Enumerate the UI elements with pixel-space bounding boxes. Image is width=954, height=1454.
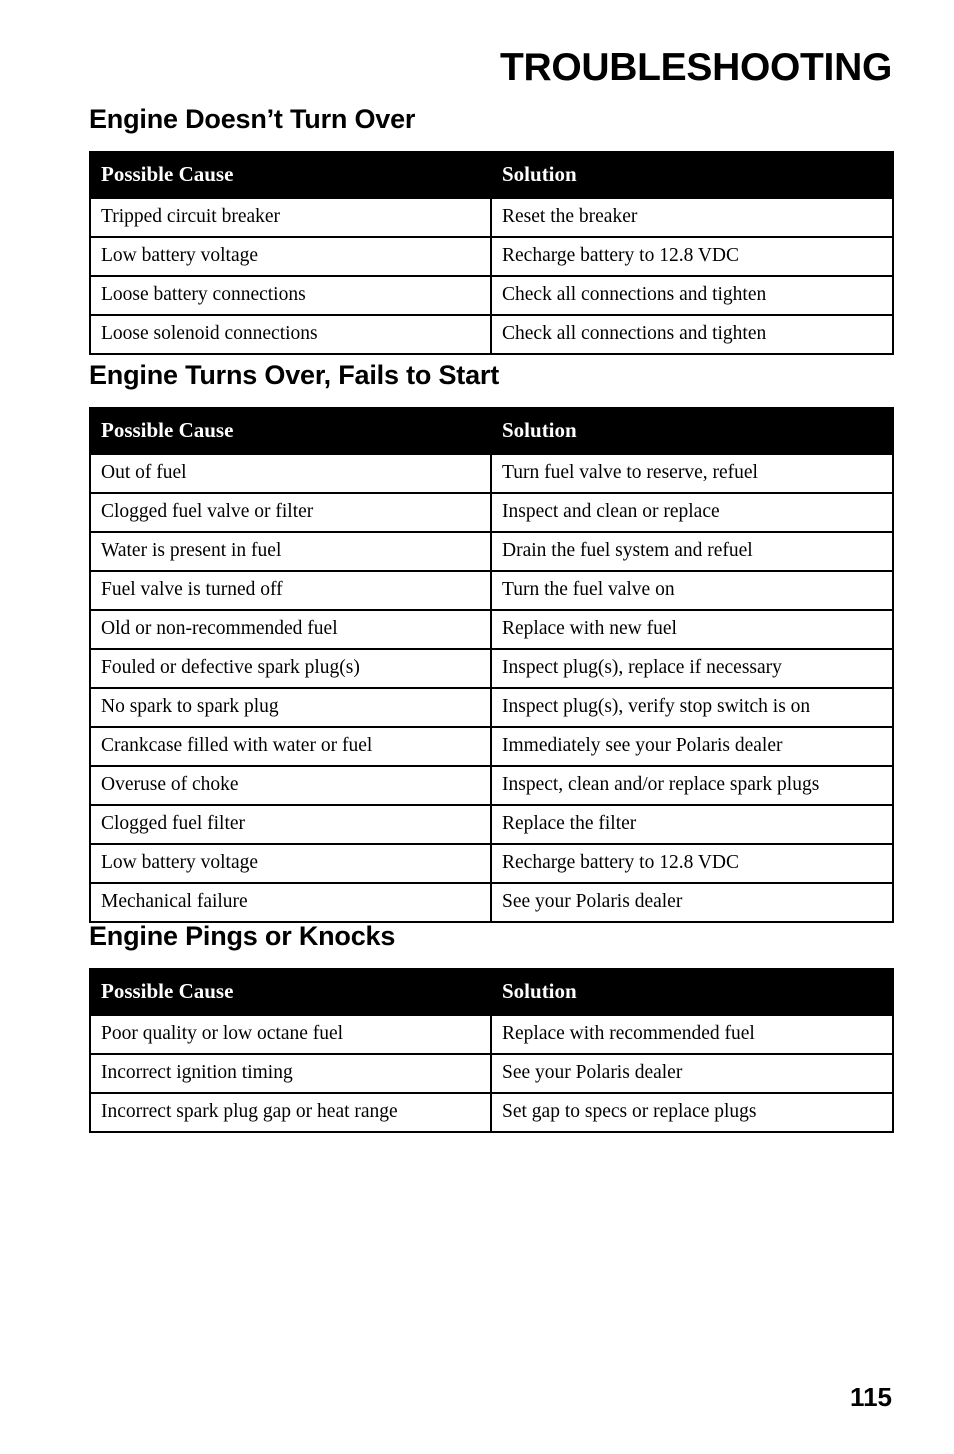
column-header-possible-cause: Possible Cause	[89, 407, 492, 455]
troubleshooting-table-engine-turns-over-fails-to-start: Possible Cause Solution Out of fuel Turn…	[89, 407, 894, 923]
column-header-possible-cause: Possible Cause	[89, 151, 492, 199]
section-heading-engine-doesnt-turn-over: Engine Doesn’t Turn Over	[89, 104, 416, 134]
cell-cause: Loose battery connections	[89, 275, 492, 316]
cell-solution: See your Polaris dealer	[490, 1053, 894, 1094]
cell-cause: Incorrect spark plug gap or heat range	[89, 1092, 492, 1133]
table-row: Overuse of choke Inspect, clean and/or r…	[89, 765, 894, 806]
cell-cause: Poor quality or low octane fuel	[89, 1014, 492, 1055]
table-header-row: Possible Cause Solution	[89, 968, 894, 1016]
table-row: Clogged fuel filter Replace the filter	[89, 804, 894, 845]
cell-solution: Replace with recommended fuel	[490, 1014, 894, 1055]
table-row: Tripped circuit breaker Reset the breake…	[89, 197, 894, 238]
troubleshooting-table-engine-pings-or-knocks: Possible Cause Solution Poor quality or …	[89, 968, 894, 1133]
cell-cause: Clogged fuel valve or filter	[89, 492, 492, 533]
table-row: Old or non-recommended fuel Replace with…	[89, 609, 894, 650]
cell-solution: Reset the breaker	[490, 197, 894, 238]
cell-solution: Inspect plug(s), replace if necessary	[490, 648, 894, 689]
section-heading-engine-pings-or-knocks: Engine Pings or Knocks	[89, 921, 396, 951]
table-row: Low battery voltage Recharge battery to …	[89, 843, 894, 884]
cell-cause: Incorrect ignition timing	[89, 1053, 492, 1094]
section-heading-engine-turns-over-fails-to-start: Engine Turns Over, Fails to Start	[89, 360, 499, 390]
cell-cause: Water is present in fuel	[89, 531, 492, 572]
cell-solution: Immediately see your Polaris dealer	[490, 726, 894, 767]
table-row: Poor quality or low octane fuel Replace …	[89, 1014, 894, 1055]
cell-solution: Recharge battery to 12.8 VDC	[490, 236, 894, 277]
cell-solution: Inspect and clean or replace	[490, 492, 894, 533]
column-header-solution: Solution	[490, 968, 894, 1016]
cell-cause: Fouled or defective spark plug(s)	[89, 648, 492, 689]
table-row: Water is present in fuel Drain the fuel …	[89, 531, 894, 572]
cell-cause: Fuel valve is turned off	[89, 570, 492, 611]
cell-cause: Old or non-recommended fuel	[89, 609, 492, 650]
table-row: Mechanical failure See your Polaris deal…	[89, 882, 894, 923]
cell-solution: Drain the fuel system and refuel	[490, 531, 894, 572]
column-header-solution: Solution	[490, 151, 894, 199]
cell-solution: Turn the fuel valve on	[490, 570, 894, 611]
table-row: Incorrect ignition timing See your Polar…	[89, 1053, 894, 1094]
cell-cause: Low battery voltage	[89, 236, 492, 277]
document-page: TROUBLESHOOTING Engine Doesn’t Turn Over…	[0, 0, 954, 1454]
cell-solution: Replace with new fuel	[490, 609, 894, 650]
table-row: Fuel valve is turned off Turn the fuel v…	[89, 570, 894, 611]
table-header-row: Possible Cause Solution	[89, 151, 894, 199]
cell-solution: Check all connections and tighten	[490, 314, 894, 355]
cell-cause: Crankcase filled with water or fuel	[89, 726, 492, 767]
cell-cause: Tripped circuit breaker	[89, 197, 492, 238]
cell-cause: Clogged fuel filter	[89, 804, 492, 845]
table-row: Loose battery connections Check all conn…	[89, 275, 894, 316]
table-row: Out of fuel Turn fuel valve to reserve, …	[89, 453, 894, 494]
cell-solution: Set gap to specs or replace plugs	[490, 1092, 894, 1133]
cell-cause: Low battery voltage	[89, 843, 492, 884]
column-header-possible-cause: Possible Cause	[89, 968, 492, 1016]
table-header-row: Possible Cause Solution	[89, 407, 894, 455]
table-row: Loose solenoid connections Check all con…	[89, 314, 894, 355]
cell-solution: Check all connections and tighten	[490, 275, 894, 316]
cell-solution: Inspect plug(s), verify stop switch is o…	[490, 687, 894, 728]
table-row: Incorrect spark plug gap or heat range S…	[89, 1092, 894, 1133]
table-row: Crankcase filled with water or fuel Imme…	[89, 726, 894, 767]
cell-solution: See your Polaris dealer	[490, 882, 894, 923]
page-number: 115	[850, 1382, 892, 1412]
table-row: Fouled or defective spark plug(s) Inspec…	[89, 648, 894, 689]
table-row: No spark to spark plug Inspect plug(s), …	[89, 687, 894, 728]
cell-cause: Overuse of choke	[89, 765, 492, 806]
column-header-solution: Solution	[490, 407, 894, 455]
cell-solution: Turn fuel valve to reserve, refuel	[490, 453, 894, 494]
cell-solution: Inspect, clean and/or replace spark plug…	[490, 765, 894, 806]
table-row: Clogged fuel valve or filter Inspect and…	[89, 492, 894, 533]
cell-solution: Replace the filter	[490, 804, 894, 845]
cell-cause: Mechanical failure	[89, 882, 492, 923]
cell-cause: No spark to spark plug	[89, 687, 492, 728]
cell-solution: Recharge battery to 12.8 VDC	[490, 843, 894, 884]
cell-cause: Out of fuel	[89, 453, 492, 494]
table-row: Low battery voltage Recharge battery to …	[89, 236, 894, 277]
troubleshooting-table-engine-doesnt-turn-over: Possible Cause Solution Tripped circuit …	[89, 151, 894, 355]
page-title: TROUBLESHOOTING	[500, 46, 892, 89]
cell-cause: Loose solenoid connections	[89, 314, 492, 355]
